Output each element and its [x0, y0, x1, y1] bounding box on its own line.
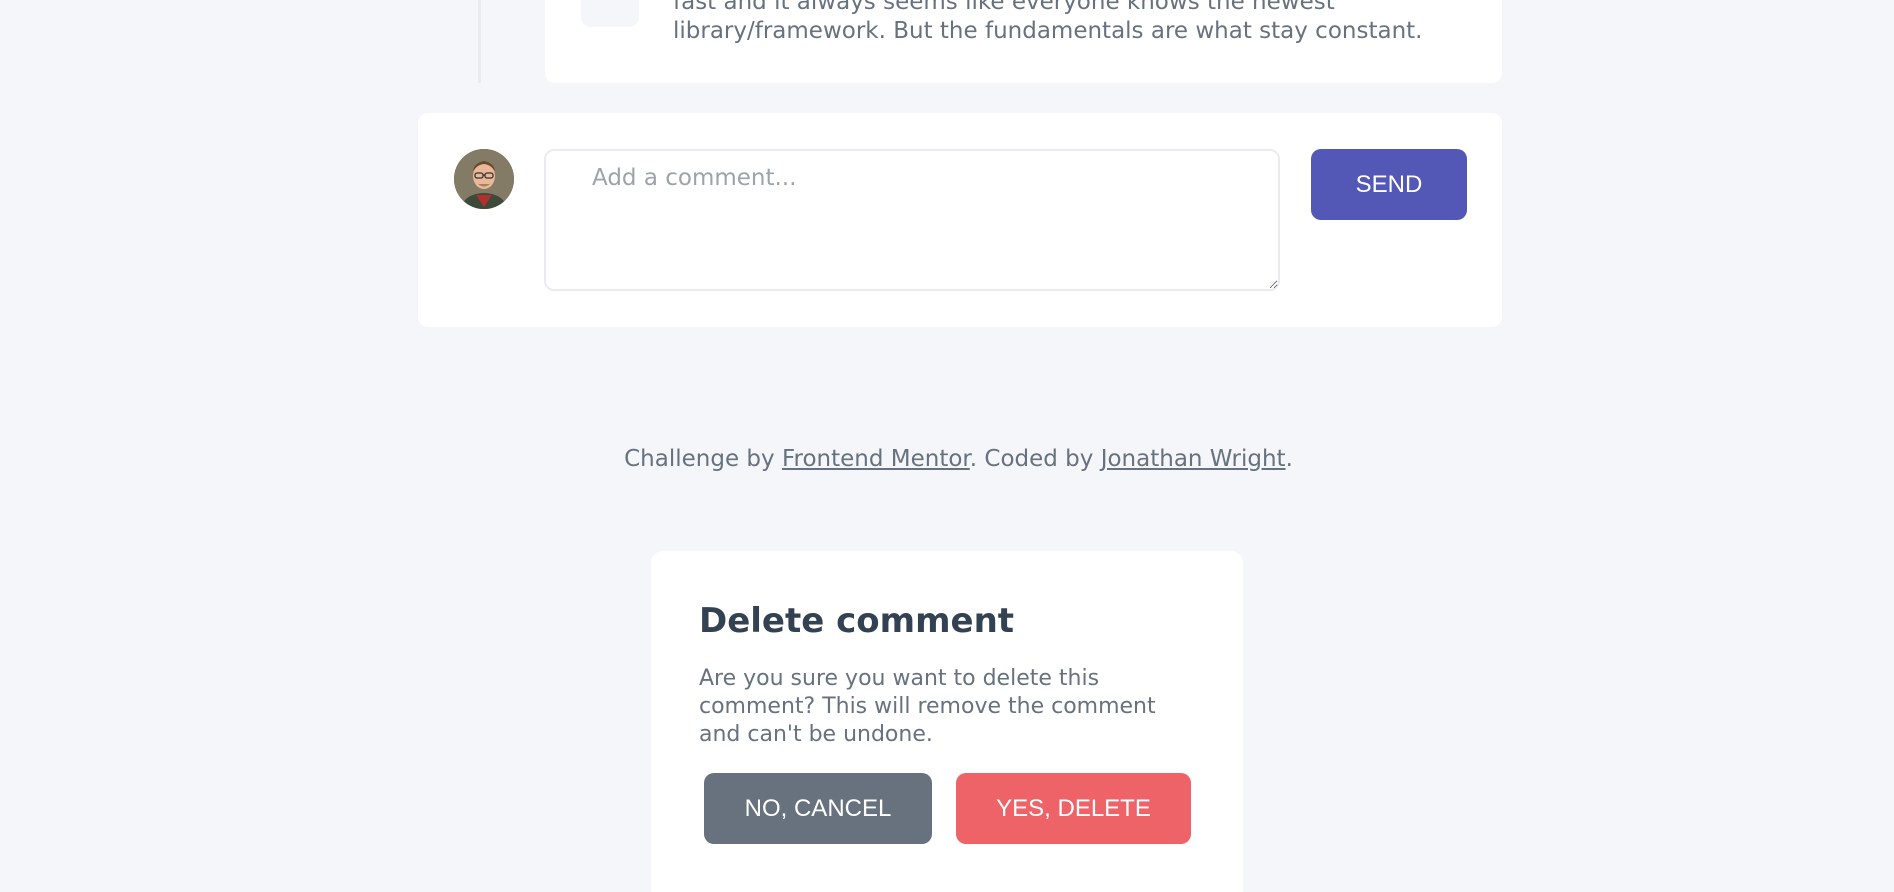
delete-comment-modal: Delete comment Are you sure you want to … [651, 551, 1243, 892]
author-link[interactable]: Jonathan Wright [1101, 446, 1286, 472]
attribution-suffix: . [1285, 446, 1293, 472]
vote-widget[interactable] [581, 0, 639, 27]
reply-comment-card: fast and it always seems like everyone k… [545, 0, 1502, 83]
comment-input[interactable] [544, 149, 1280, 291]
add-comment-card: SEND [418, 113, 1502, 327]
confirm-delete-button[interactable]: YES, DELETE [956, 773, 1191, 844]
send-button[interactable]: SEND [1311, 149, 1467, 220]
user-avatar-icon [454, 149, 514, 209]
modal-title: Delete comment [699, 601, 1015, 641]
attribution: Challenge by Frontend Mentor. Coded by J… [0, 446, 1894, 472]
current-user-avatar [454, 149, 514, 209]
attribution-prefix: Challenge by [624, 446, 782, 472]
frontend-mentor-link[interactable]: Frontend Mentor [782, 446, 970, 472]
comment-text: fast and it always seems like everyone k… [673, 0, 1423, 44]
modal-body: Are you sure you want to delete this com… [699, 666, 1156, 747]
cancel-button[interactable]: NO, CANCEL [704, 773, 932, 844]
thread-connector-line [478, 0, 481, 83]
attribution-middle: . Coded by [969, 446, 1101, 472]
